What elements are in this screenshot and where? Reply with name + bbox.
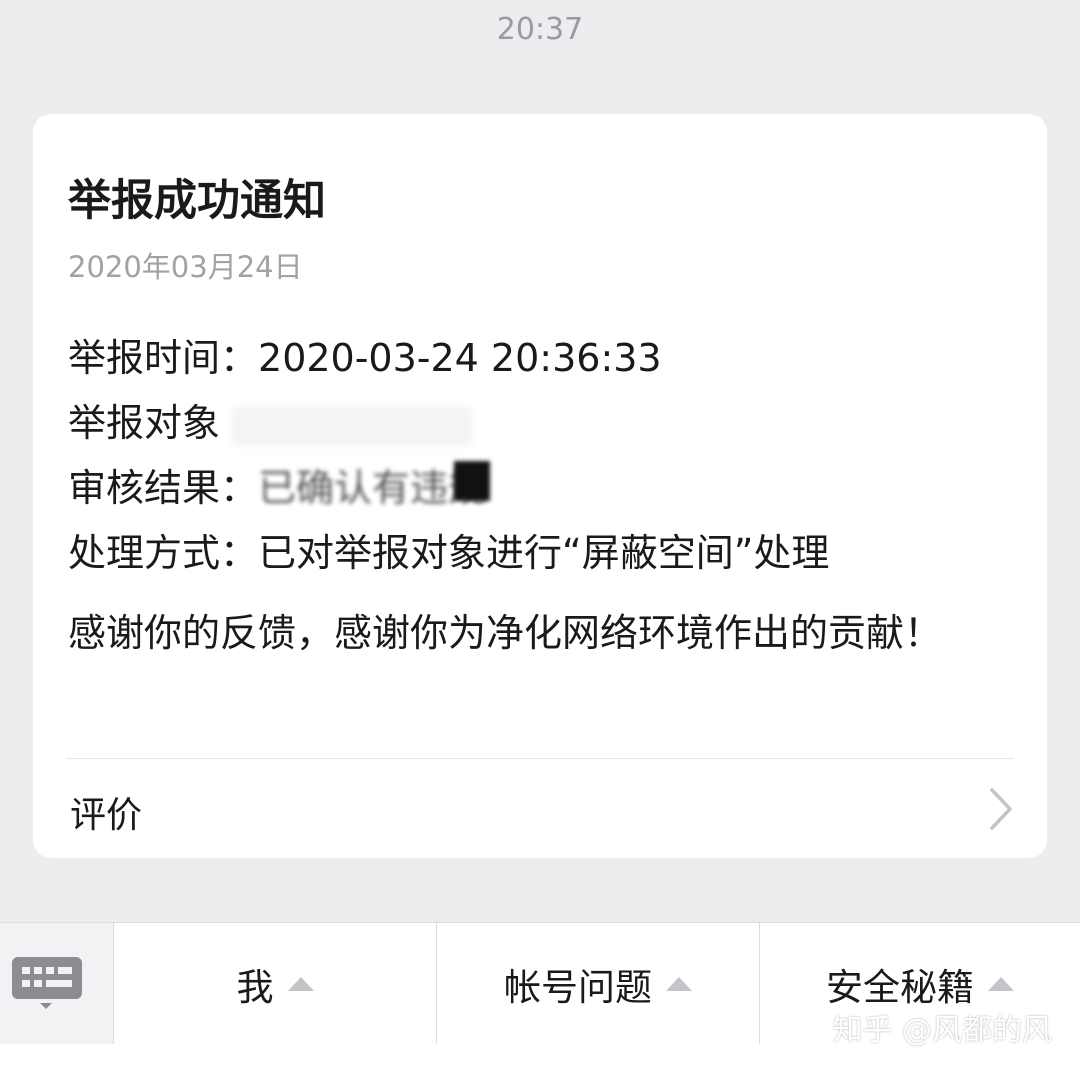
thanks-text: 感谢你的反馈，感谢你为净化网络环境作出的贡献！ (68, 611, 943, 655)
handling-row: 处理方式：已对举报对象进行“屏蔽空间”处理 (68, 522, 829, 577)
watermark: 知乎 @风都的风 (832, 1013, 1052, 1048)
keyboard-toggle[interactable] (0, 923, 114, 1045)
card-title: 举报成功通知 (68, 176, 326, 226)
rate-button[interactable]: 评价 (68, 782, 1016, 836)
triangle-up-icon (287, 977, 314, 991)
menu-me-label: 我 (236, 966, 274, 1009)
review-result-row: 审核结果： 已确认有违规 (68, 457, 491, 512)
handling-value: 已对举报对象进行“屏蔽空间”处理 (258, 531, 830, 575)
report-time-value: 2020-03-24 20:36:33 (258, 336, 662, 380)
report-time-label: 举报时间： (68, 336, 259, 380)
menu-security-tips-label: 安全秘籍 (826, 966, 974, 1009)
status-time: 20:37 (496, 12, 584, 47)
redaction-block (454, 461, 491, 501)
report-target-label: 举报对象 (68, 401, 221, 445)
triangle-up-icon (666, 977, 692, 991)
handling-label: 处理方式： (68, 531, 259, 575)
menu-account-issues[interactable]: 帐号问题 (437, 923, 759, 1045)
menu-me[interactable]: 我 (114, 923, 436, 1045)
divider (66, 758, 1014, 759)
notification-card: 举报成功通知 2020年03月24日 举报时间：2020-03-24 20:36… (33, 114, 1047, 858)
card-date: 2020年03月24日 (68, 250, 303, 284)
redacted-target (232, 405, 473, 446)
rate-label: 评价 (70, 795, 143, 836)
review-result-value: 已确认有违规 (258, 466, 487, 510)
report-time-row: 举报时间：2020-03-24 20:36:33 (68, 327, 662, 382)
chevron-right-icon (990, 788, 1012, 830)
report-target-row: 举报对象 (68, 392, 473, 447)
keyboard-icon (12, 957, 82, 1009)
triangle-up-icon (988, 977, 1014, 991)
menu-account-issues-label: 帐号问题 (504, 966, 652, 1009)
review-result-label: 审核结果： (68, 466, 259, 510)
